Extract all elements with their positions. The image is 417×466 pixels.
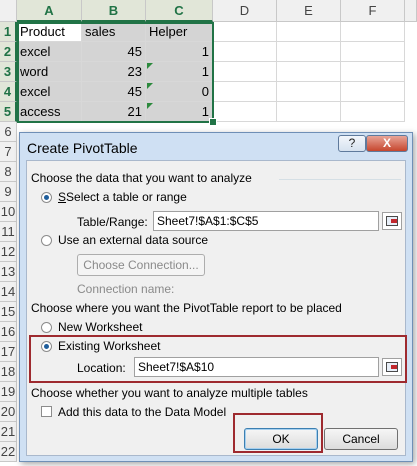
empty-cell[interactable]	[277, 82, 341, 102]
location-input[interactable]: Sheet7!$A$10	[134, 357, 379, 377]
radio-select-table[interactable]	[41, 192, 52, 203]
table-range-input[interactable]: Sheet7!$A$1:$C$5	[153, 211, 379, 231]
location-label: Location:	[77, 361, 126, 375]
location-collapse-button[interactable]	[382, 358, 402, 376]
existing-worksheet-label[interactable]: Existing Worksheet	[58, 339, 161, 353]
cell-b4[interactable]: 45	[82, 82, 146, 102]
row-header-6[interactable]: 6	[0, 122, 17, 142]
row-header-17[interactable]: 17	[0, 342, 17, 362]
row-header-3[interactable]: 3	[0, 62, 17, 82]
cell-c3[interactable]: 1	[146, 62, 213, 82]
select-all-corner[interactable]	[0, 0, 17, 22]
cell-c4[interactable]: 0	[146, 82, 213, 102]
empty-cell[interactable]	[341, 22, 405, 42]
column-header-e[interactable]: E	[277, 0, 341, 22]
error-indicator-icon	[147, 83, 153, 89]
cell-b5[interactable]: 21	[82, 102, 146, 122]
fill-handle[interactable]	[209, 118, 217, 126]
empty-cell[interactable]	[277, 22, 341, 42]
help-button[interactable]: ?	[338, 135, 366, 152]
section-divider	[279, 179, 401, 180]
choose-connection-button[interactable]: Choose Connection...	[77, 254, 205, 276]
row-header-15[interactable]: 15	[0, 302, 17, 322]
empty-cell[interactable]	[213, 82, 277, 102]
row-header-21[interactable]: 21	[0, 422, 17, 442]
empty-cell[interactable]	[341, 82, 405, 102]
empty-cell[interactable]	[213, 22, 277, 42]
row-header-11[interactable]: 11	[0, 222, 17, 242]
empty-cell[interactable]	[341, 42, 405, 62]
table-range-label: Table/Range:	[77, 215, 148, 229]
row-header-19[interactable]: 19	[0, 382, 17, 402]
empty-cell[interactable]	[277, 42, 341, 62]
cell-b1[interactable]: sales	[82, 22, 146, 42]
row-header-20[interactable]: 20	[0, 402, 17, 422]
row-header-13[interactable]: 13	[0, 262, 17, 282]
row-header-2[interactable]: 2	[0, 42, 17, 62]
section-analyze-heading: Choose the data that you want to analyze	[31, 171, 252, 185]
cancel-button[interactable]: Cancel	[324, 428, 398, 450]
row-header-8[interactable]: 8	[0, 162, 17, 182]
section-place-heading: Choose where you want the PivotTable rep…	[31, 301, 342, 315]
cell-a5[interactable]: access	[17, 102, 82, 122]
cell-b3[interactable]: 23	[82, 62, 146, 82]
column-header-c[interactable]: C	[146, 0, 213, 22]
table-range-collapse-button[interactable]	[382, 212, 402, 230]
ok-button[interactable]: OK	[244, 428, 318, 450]
cell-a1[interactable]: Product	[17, 22, 82, 42]
row-header-10[interactable]: 10	[0, 202, 17, 222]
row-header-1[interactable]: 1	[0, 22, 17, 42]
error-indicator-icon	[147, 103, 153, 109]
data-model-checkbox[interactable]	[41, 406, 52, 417]
row-header-9[interactable]: 9	[0, 182, 17, 202]
cell-a2[interactable]: excel	[17, 42, 82, 62]
empty-cell[interactable]	[341, 62, 405, 82]
row-header-18[interactable]: 18	[0, 362, 17, 382]
row-header-22[interactable]: 22	[0, 442, 17, 462]
empty-cell[interactable]	[277, 102, 341, 122]
radio-new-worksheet[interactable]	[41, 322, 52, 333]
empty-cell[interactable]	[341, 102, 405, 122]
column-header-g-partial[interactable]	[405, 0, 417, 22]
section-multiple-heading: Choose whether you want to analyze multi…	[31, 386, 308, 400]
dialog-body: Choose the data that you want to analyze…	[26, 160, 406, 456]
data-model-label[interactable]: Add this data to the Data Model	[58, 405, 226, 419]
row-header-5[interactable]: 5	[0, 102, 17, 122]
dialog-title: Create PivotTable	[27, 140, 138, 156]
cell-c5[interactable]: 1	[146, 102, 213, 122]
cell-c2[interactable]: 1	[146, 42, 213, 62]
row-header-12[interactable]: 12	[0, 242, 17, 262]
empty-cell[interactable]	[277, 62, 341, 82]
error-indicator-icon	[147, 63, 153, 69]
connection-name-label: Connection name:	[77, 282, 175, 296]
empty-cell[interactable]	[213, 62, 277, 82]
radio-external-source[interactable]	[41, 235, 52, 246]
close-button[interactable]: X	[366, 135, 408, 152]
cell-c1[interactable]: Helper	[146, 22, 213, 42]
cell-a3[interactable]: word	[17, 62, 82, 82]
empty-cell[interactable]	[213, 102, 277, 122]
row-header-14[interactable]: 14	[0, 282, 17, 302]
row-header-4[interactable]: 4	[0, 82, 17, 102]
external-source-label[interactable]: Use an external data source	[58, 233, 208, 247]
create-pivottable-dialog: Create PivotTable ? X Choose the data th…	[19, 132, 413, 462]
new-worksheet-label[interactable]: New Worksheet	[58, 320, 142, 334]
row-header-7[interactable]: 7	[0, 142, 17, 162]
column-header-b[interactable]: B	[82, 0, 146, 22]
column-header-f[interactable]: F	[341, 0, 405, 22]
empty-cell[interactable]	[213, 42, 277, 62]
column-header-a[interactable]: A	[17, 0, 82, 22]
row-header-16[interactable]: 16	[0, 322, 17, 342]
dialog-titlebar[interactable]: Create PivotTable ? X	[20, 133, 412, 163]
column-header-d[interactable]: D	[213, 0, 277, 22]
radio-existing-worksheet[interactable]	[41, 341, 52, 352]
select-table-label[interactable]: SSelect a table or range	[58, 190, 187, 204]
cell-b2[interactable]: 45	[82, 42, 146, 62]
cell-a4[interactable]: excel	[17, 82, 82, 102]
